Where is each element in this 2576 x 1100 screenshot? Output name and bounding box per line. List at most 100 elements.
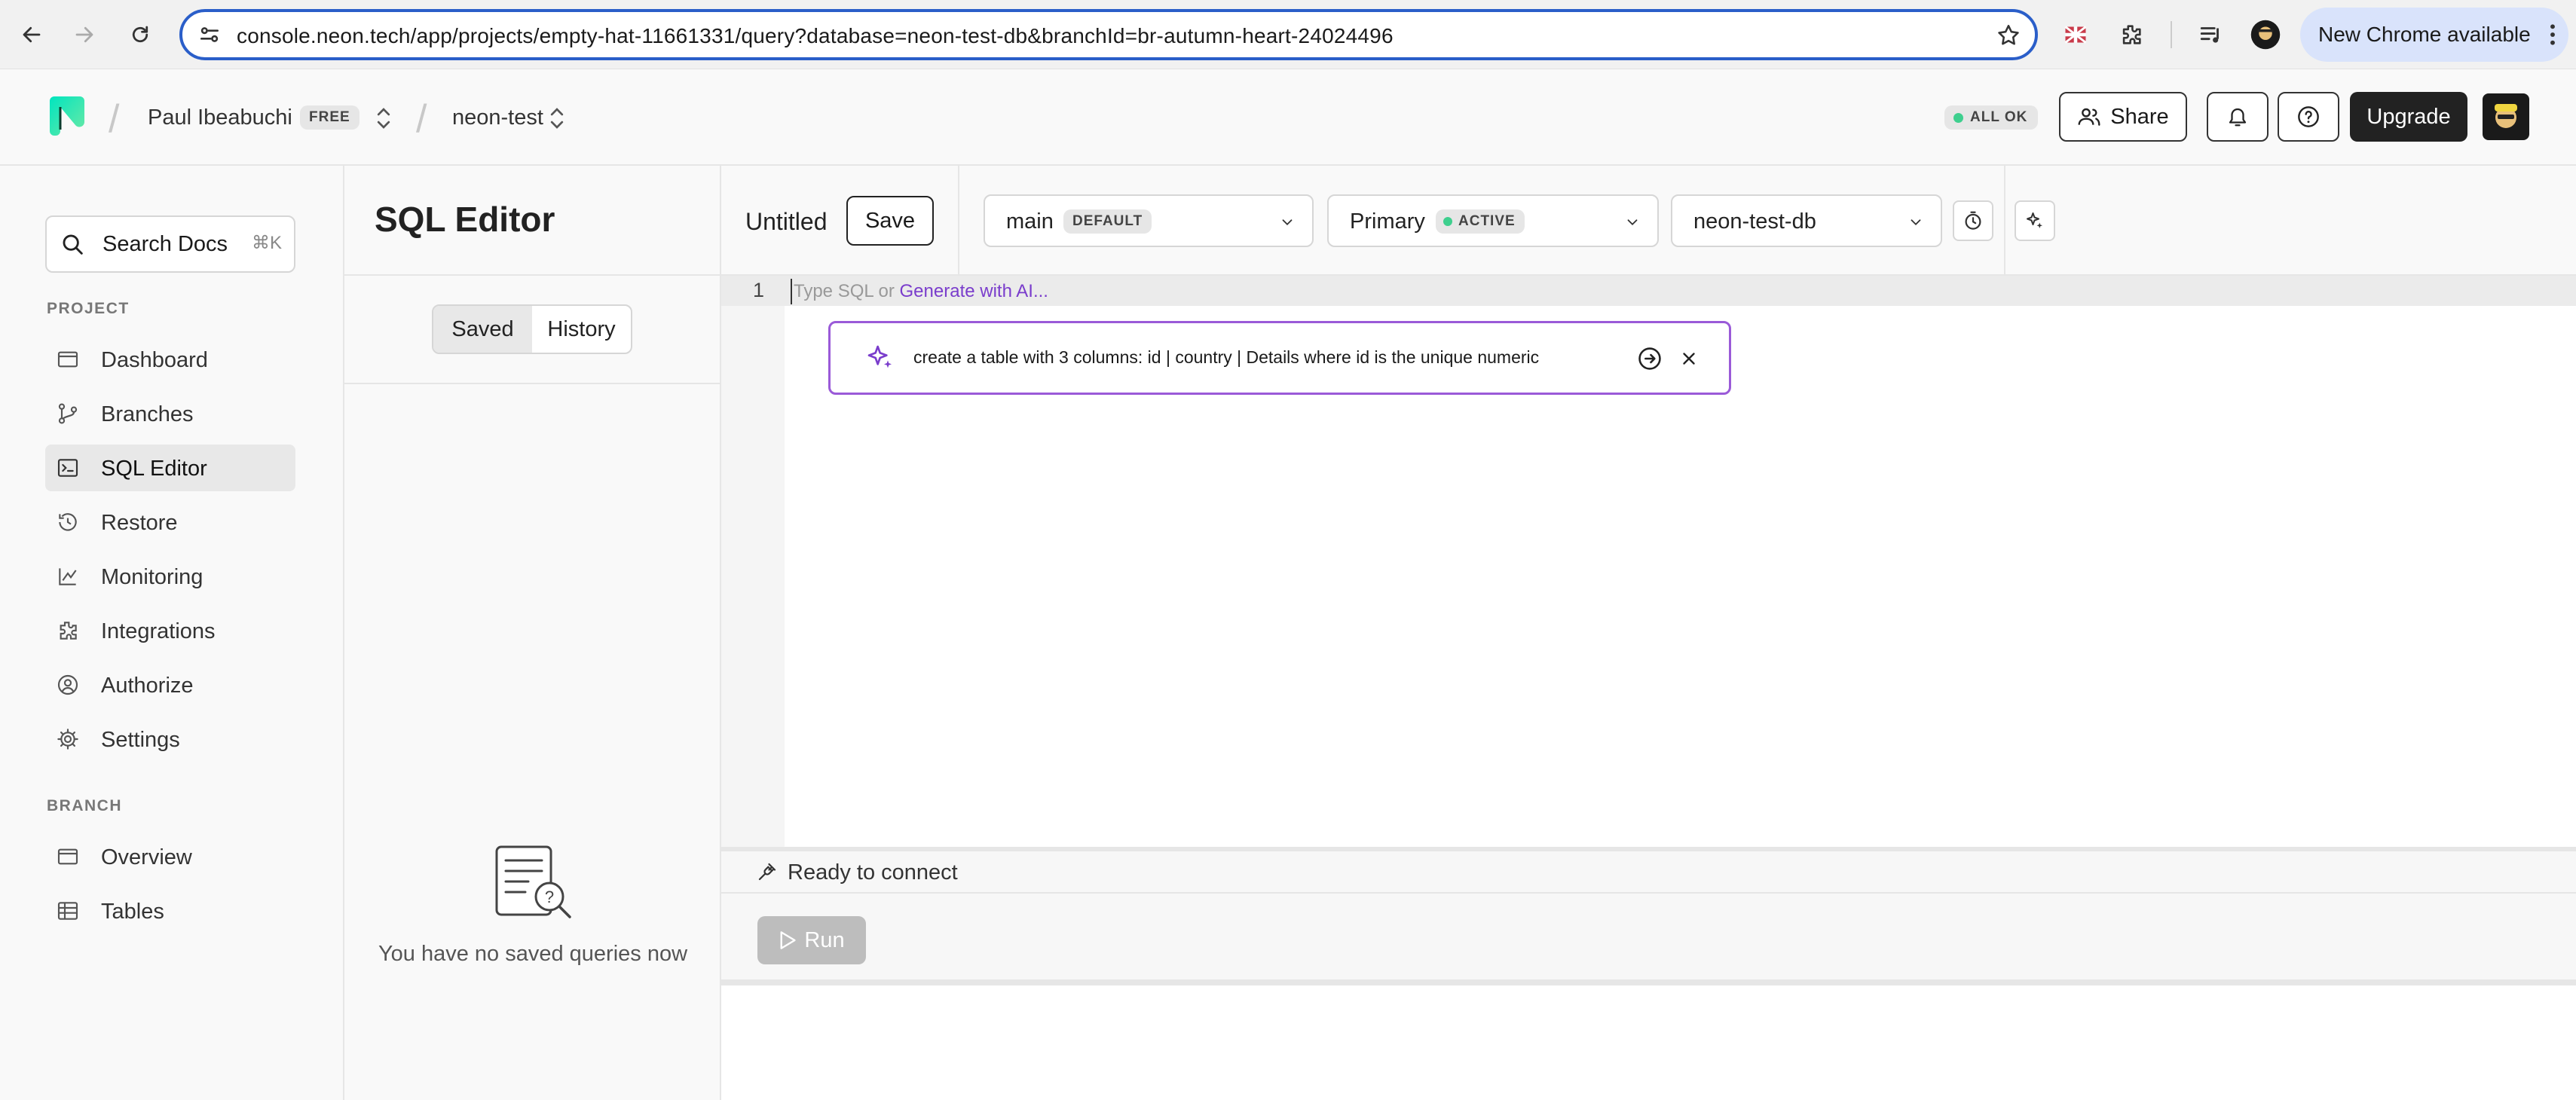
save-button[interactable]: Save: [846, 196, 934, 246]
url-text: console.neon.tech/app/projects/empty-hat…: [237, 24, 1394, 47]
close-icon[interactable]: [1679, 349, 1699, 368]
breadcrumb-separator: /: [109, 97, 120, 141]
sidebar-item-label: Authorize: [101, 674, 194, 698]
editor-placeholder[interactable]: Type SQL or Generate with AI...: [794, 281, 1048, 302]
sidebar-item-label: Overview: [101, 845, 192, 869]
search-icon: [60, 232, 86, 258]
project-section-heading: PROJECT: [47, 300, 130, 317]
sidebar-item-label: Dashboard: [101, 348, 208, 372]
sidebar-item-label: Settings: [101, 728, 180, 752]
sidebar-item-restore[interactable]: Restore: [45, 499, 295, 545]
play-icon: [779, 930, 797, 950]
query-timer-button[interactable]: [1953, 200, 1993, 241]
saved-queries-panel: SQL Editor Saved History ? You have no s…: [344, 166, 721, 1100]
sidebar-item-branches[interactable]: Branches: [45, 390, 295, 437]
sidebar-item-label: Integrations: [101, 619, 216, 643]
back-icon[interactable]: [11, 14, 53, 56]
extensions-puzzle-icon[interactable]: [2112, 15, 2151, 54]
browser-toolbar: console.neon.tech/app/projects/empty-hat…: [0, 0, 2576, 69]
page-title: SQL Editor: [375, 200, 555, 239]
media-control-icon[interactable]: [2192, 15, 2231, 54]
empty-state-message: You have no saved queries now: [378, 942, 688, 966]
database-select-value: neon-test-db: [1693, 209, 1816, 234]
ai-sparkle-icon: [865, 343, 895, 373]
ai-prompt-input[interactable]: create a table with 3 columns: id | coun…: [913, 347, 1539, 368]
sidebar: Search Docs ⌘K PROJECT Dashboard Branche…: [0, 166, 344, 1100]
status-label: ALL OK: [1970, 109, 2028, 125]
sparkles-icon: [2024, 209, 2046, 232]
extension-flag-icon[interactable]: [2056, 15, 2095, 54]
bookmark-star-icon[interactable]: [1996, 23, 2021, 48]
database-select[interactable]: neon-test-db: [1671, 194, 1942, 247]
ai-assistant-button[interactable]: [2015, 200, 2055, 241]
search-shortcut: ⌘K: [251, 233, 282, 253]
branch-select-value: main: [1006, 209, 1054, 234]
authorize-icon: [56, 673, 80, 697]
compute-select[interactable]: Primary ACTIVE: [1327, 194, 1659, 247]
sidebar-item-settings[interactable]: Settings: [45, 716, 295, 762]
tab-history[interactable]: History: [532, 306, 631, 353]
toolbar-divider: [2004, 166, 2005, 276]
new-chrome-label: New Chrome available: [2318, 23, 2531, 46]
sidebar-item-tables[interactable]: Tables: [45, 888, 295, 934]
panel-divider: [344, 383, 721, 384]
reload-icon[interactable]: [119, 14, 161, 56]
sidebar-item-monitoring[interactable]: Monitoring: [45, 553, 295, 600]
run-button[interactable]: Run: [757, 916, 866, 964]
org-switcher-chevron-icon[interactable]: [375, 105, 392, 131]
sidebar-item-overview[interactable]: Overview: [45, 833, 295, 880]
placeholder-text: Type SQL or: [794, 281, 900, 301]
sidebar-item-dashboard[interactable]: Dashboard: [45, 336, 295, 383]
ai-prompt-box[interactable]: create a table with 3 columns: id | coun…: [828, 321, 1731, 395]
sidebar-item-label: Monitoring: [101, 565, 203, 589]
notifications-bell-icon[interactable]: [2207, 92, 2269, 142]
results-divider[interactable]: [721, 979, 2576, 985]
connection-status-bar: Ready to connect: [721, 851, 2576, 894]
plug-icon: [756, 860, 779, 883]
user-avatar[interactable]: [2483, 93, 2529, 140]
monitoring-icon: [56, 564, 80, 588]
help-icon[interactable]: [2278, 92, 2339, 142]
forward-icon[interactable]: [63, 14, 106, 56]
sidebar-item-sql-editor[interactable]: SQL Editor: [45, 445, 295, 491]
search-docs-button[interactable]: Search Docs ⌘K: [45, 215, 295, 273]
new-chrome-available-button[interactable]: New Chrome available: [2300, 8, 2568, 62]
active-badge: ACTIVE: [1436, 209, 1525, 234]
results-panel: [721, 985, 2576, 1100]
address-bar[interactable]: console.neon.tech/app/projects/empty-hat…: [179, 9, 2038, 60]
sql-editor-main: Untitled Save main DEFAULT Primary ACTIV…: [721, 166, 2576, 1100]
generate-with-ai-link[interactable]: Generate with AI...: [900, 281, 1048, 301]
chevron-down-icon: [1624, 214, 1641, 231]
query-title[interactable]: Untitled: [745, 208, 828, 236]
stopwatch-icon: [1962, 209, 1984, 232]
line-number-gutter: [721, 276, 785, 847]
toolbar-divider: [958, 166, 959, 276]
branch-select[interactable]: main DEFAULT: [984, 194, 1314, 247]
line-number: 1: [753, 279, 765, 301]
system-status-badge[interactable]: ALL OK: [1944, 105, 2039, 130]
saved-history-toggle: Saved History: [432, 304, 632, 354]
org-name[interactable]: Paul Ibeabuchi: [148, 105, 292, 130]
panel-divider: [344, 274, 721, 276]
submit-arrow-icon[interactable]: [1637, 346, 1663, 371]
sidebar-item-label: Restore: [101, 511, 178, 535]
search-docs-label: Search Docs: [102, 232, 228, 256]
more-vertical-icon: [2549, 23, 2556, 47]
sidebar-item-authorize[interactable]: Authorize: [45, 662, 295, 708]
chevron-down-icon: [1908, 214, 1924, 231]
active-dot: [1443, 217, 1452, 226]
tab-saved[interactable]: Saved: [433, 306, 532, 353]
project-switcher-chevron-icon[interactable]: [549, 105, 565, 131]
site-info-icon[interactable]: [197, 23, 222, 47]
plan-badge: FREE: [300, 105, 359, 130]
project-name[interactable]: neon-test: [452, 105, 543, 130]
editor-toolbar: Untitled Save main DEFAULT Primary ACTIV…: [721, 166, 2576, 276]
dashboard-icon: [56, 347, 80, 371]
profile-avatar-icon[interactable]: [2246, 15, 2285, 54]
run-bar: Run: [721, 894, 2576, 979]
sidebar-item-integrations[interactable]: Integrations: [45, 607, 295, 654]
active-badge-label: ACTIVE: [1458, 213, 1516, 229]
upgrade-button[interactable]: Upgrade: [2350, 92, 2467, 142]
share-button[interactable]: Share: [2059, 92, 2187, 142]
neon-logo-icon[interactable]: [47, 95, 87, 137]
